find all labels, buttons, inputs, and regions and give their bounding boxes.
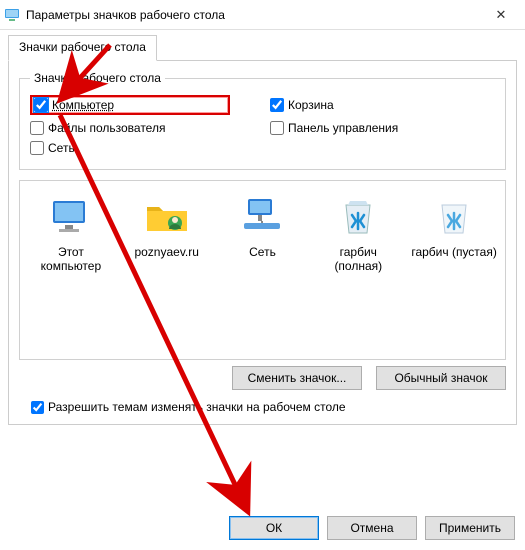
tab-desktop-icons[interactable]: Значки рабочего стола xyxy=(8,35,157,61)
default-icon-button[interactable]: Обычный значок xyxy=(376,366,506,390)
checkbox-network[interactable]: Сеть xyxy=(30,141,230,155)
checkbox-control[interactable]: Панель управления xyxy=(270,121,470,135)
preview-item-network[interactable]: Сеть xyxy=(220,193,306,259)
apply-button[interactable]: Применить xyxy=(425,516,515,540)
checkbox-allow-themes-label: Разрешить темам изменять значки на рабоч… xyxy=(48,400,346,414)
preview-item-label: Этот компьютер xyxy=(28,245,114,274)
checkbox-allow-themes[interactable]: Разрешить темам изменять значки на рабоч… xyxy=(31,400,494,414)
close-button[interactable]: ✕ xyxy=(481,1,521,29)
close-icon: ✕ xyxy=(496,7,507,23)
checkbox-recycle[interactable]: Корзина xyxy=(270,95,470,115)
icon-preview-box: Этот компьютер poznyaev.ru Сеть гарбич (… xyxy=(19,180,506,360)
checkbox-network-input[interactable] xyxy=(30,141,44,155)
checkbox-computer-label: Компьютер xyxy=(52,98,114,112)
user-folder-icon xyxy=(143,193,191,241)
checkbox-control-label: Панель управления xyxy=(288,121,398,135)
preview-item-recycle-full[interactable]: гарбич (полная) xyxy=(315,193,401,274)
tab-label: Значки рабочего стола xyxy=(19,40,146,54)
ok-button[interactable]: ОК xyxy=(229,516,319,540)
checkbox-userfiles[interactable]: Файлы пользователя xyxy=(30,121,230,135)
checkbox-recycle-label: Корзина xyxy=(288,98,334,112)
preview-item-label: гарбич (пустая) xyxy=(411,245,497,259)
window-title: Параметры значков рабочего стола xyxy=(26,8,481,22)
checkbox-network-label: Сеть xyxy=(48,141,75,155)
checkbox-userfiles-label: Файлы пользователя xyxy=(48,121,165,135)
network-icon xyxy=(238,193,286,241)
preview-item-recycle-empty[interactable]: гарбич (пустая) xyxy=(411,193,497,259)
checkbox-computer-input[interactable] xyxy=(34,98,48,112)
recycle-full-icon xyxy=(334,193,382,241)
recycle-empty-icon xyxy=(430,193,478,241)
checkbox-userfiles-input[interactable] xyxy=(30,121,44,135)
app-icon xyxy=(4,7,20,23)
preview-item-this-pc[interactable]: Этот компьютер xyxy=(28,193,114,274)
preview-item-label: poznyaev.ru xyxy=(124,245,210,259)
cancel-button[interactable]: Отмена xyxy=(327,516,417,540)
group-desktop-icons: Значки рабочего стола Компьютер Корзина … xyxy=(19,71,506,170)
checkbox-recycle-input[interactable] xyxy=(270,98,284,112)
group-legend: Значки рабочего стола xyxy=(30,71,165,85)
change-icon-button[interactable]: Сменить значок... xyxy=(232,366,362,390)
preview-item-label: Сеть xyxy=(220,245,306,259)
checkbox-computer[interactable]: Компьютер xyxy=(30,95,230,115)
preview-item-label: гарбич (полная) xyxy=(315,245,401,274)
preview-item-user[interactable]: poznyaev.ru xyxy=(124,193,210,259)
computer-icon xyxy=(47,193,95,241)
checkbox-control-input[interactable] xyxy=(270,121,284,135)
checkbox-allow-themes-input[interactable] xyxy=(31,401,44,414)
